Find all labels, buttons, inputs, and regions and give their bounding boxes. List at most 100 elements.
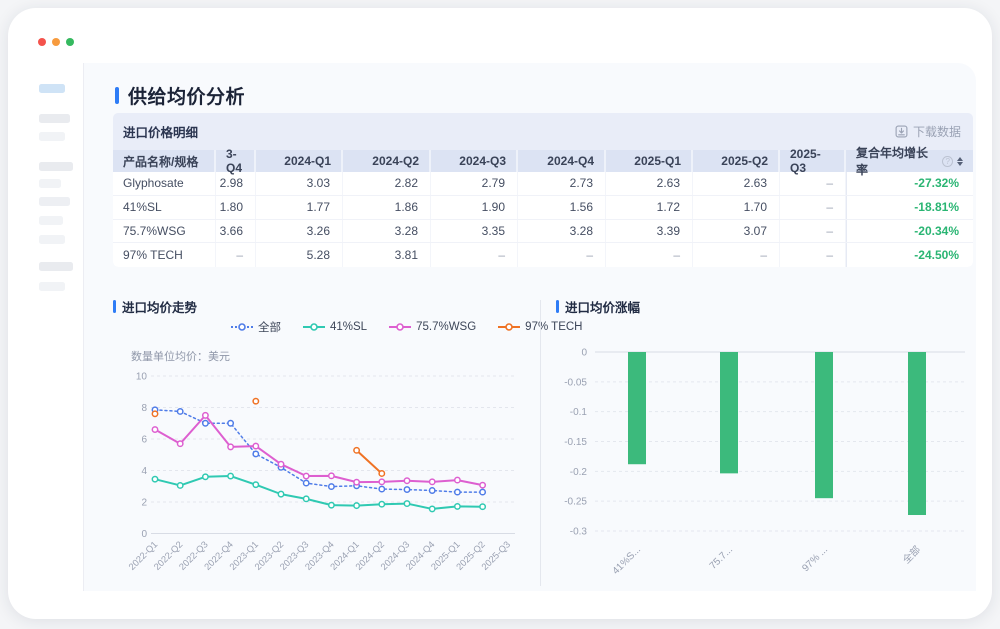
import-price-trend-line-chart: 02468102022-Q12022-Q22022-Q32022-Q42023-… [111, 361, 529, 589]
legend-marker [498, 322, 520, 332]
svg-text:-0.15: -0.15 [564, 437, 587, 448]
info-icon[interactable]: ? [942, 156, 953, 167]
section-divider [540, 300, 541, 586]
value-cell: 3.26 [256, 220, 343, 243]
column-header: 2024-Q2 [343, 150, 431, 172]
page-title-text: 供给均价分析 [128, 82, 245, 109]
value-text: 3.81 [395, 248, 418, 262]
value-text: 3.28 [570, 224, 593, 238]
value-cell: 1.56 [518, 196, 606, 219]
value-text: 3.28 [395, 224, 418, 238]
svg-text:-0.05: -0.05 [564, 377, 587, 388]
value-text: 3.66 [220, 224, 243, 238]
value-cell: – [216, 243, 256, 267]
table-card-title: 进口价格明细 [123, 122, 198, 141]
value-cell: 2.82 [343, 172, 431, 195]
window-control-zoom[interactable] [66, 38, 74, 46]
value-text: – [826, 224, 833, 238]
table-row: 97% TECH–5.283.81–––––-24.50% [113, 243, 973, 267]
value-cell: 1.86 [343, 196, 431, 219]
legend-label: 75.7%WSG [416, 321, 476, 333]
legend-item-75.7%WSG[interactable]: 75.7%WSG [389, 321, 476, 333]
value-text: 2.79 [482, 176, 505, 190]
svg-text:-0.3: -0.3 [570, 527, 588, 538]
column-header-label: 2024-Q1 [284, 154, 331, 168]
column-header: 2025-Q1 [606, 150, 693, 172]
value-cell: 1.70 [693, 196, 780, 219]
sidebar-skeleton-item [39, 216, 63, 225]
svg-text:0: 0 [581, 348, 587, 359]
table-header-row: 产品名称/规格3-Q42024-Q12024-Q22024-Q32024-Q42… [113, 150, 973, 172]
value-cell: – [780, 196, 846, 219]
value-cell: 5.28 [256, 243, 343, 267]
legend-marker [389, 322, 411, 332]
value-text: 1.72 [657, 200, 680, 214]
column-header-label: 3-Q4 [226, 147, 244, 175]
value-cell: 3.07 [693, 220, 780, 243]
svg-text:-0.2: -0.2 [570, 467, 588, 478]
line-chart-legend: 全部41%SL75.7%WSG97% TECH [231, 319, 582, 335]
table-row: 75.7%WSG3.663.263.283.353.283.393.07–-20… [113, 220, 973, 244]
download-data-button[interactable]: 下载数据 [895, 123, 961, 140]
value-cell: 2.79 [431, 172, 518, 195]
value-text: 1.77 [307, 200, 330, 214]
column-header-label: 2024-Q4 [547, 154, 594, 168]
svg-text:6: 6 [141, 435, 147, 446]
value-text: 3.35 [482, 224, 505, 238]
window-control-close[interactable] [38, 38, 46, 46]
svg-text:10: 10 [136, 372, 148, 383]
value-cell: 2.63 [606, 172, 693, 195]
cagr-cell: -18.81% [846, 196, 973, 219]
value-text: – [498, 248, 505, 262]
value-text: 1.80 [220, 200, 243, 214]
value-cell: – [518, 243, 606, 267]
value-cell: – [606, 243, 693, 267]
legend-item-全部[interactable]: 全部 [231, 319, 281, 335]
svg-text:2: 2 [141, 498, 147, 509]
legend-label: 全部 [258, 319, 281, 335]
column-header-cagr-sortable[interactable]: 复合年均增长率? [846, 150, 973, 172]
column-header-label: 2024-Q2 [372, 154, 419, 168]
svg-text:75.7...: 75.7... [708, 544, 735, 571]
value-text: 1.86 [395, 200, 418, 214]
import-price-change-bar-chart: 0-0.05-0.1-0.15-0.2-0.25-0.341%S...75.7.… [551, 328, 975, 590]
legend-item-41%SL[interactable]: 41%SL [303, 321, 367, 333]
value-cell: 3.81 [343, 243, 431, 267]
value-cell: 2.73 [518, 172, 606, 195]
product-name-cell: 75.7%WSG [113, 220, 216, 243]
column-header: 2025-Q2 [693, 150, 780, 172]
value-text: 3.26 [307, 224, 330, 238]
value-text: – [826, 200, 833, 214]
sidebar-skeleton-item [39, 179, 61, 188]
value-cell: 2.63 [693, 172, 780, 195]
value-text: 1.70 [744, 200, 767, 214]
value-cell: 3.39 [606, 220, 693, 243]
table-body: Glyphosate2.983.032.822.792.732.632.63–-… [113, 172, 973, 267]
svg-text:全部: 全部 [900, 543, 923, 566]
value-text: – [586, 248, 593, 262]
sidebar-item-active [39, 84, 65, 93]
value-cell: 1.72 [606, 196, 693, 219]
sort-icon[interactable] [957, 157, 963, 166]
value-cell: – [780, 243, 846, 267]
column-header: 2024-Q1 [256, 150, 343, 172]
app-window: 供给均价分析 进口价格明细 下载数据 产品名称/规格3-Q42024-Q1202… [8, 8, 992, 619]
sidebar-skeleton-item [39, 162, 73, 171]
value-text: – [760, 248, 767, 262]
value-text: – [826, 248, 833, 262]
column-header: 产品名称/规格 [113, 150, 216, 172]
legend-marker [231, 322, 253, 332]
value-text: 2.63 [744, 176, 767, 190]
title-accent-bar [115, 87, 119, 104]
window-control-minimize[interactable] [52, 38, 60, 46]
bar-chart-title: 进口均价涨幅 [556, 297, 640, 316]
value-cell: – [780, 220, 846, 243]
value-text: 2.82 [395, 176, 418, 190]
value-cell: 3.66 [216, 220, 256, 243]
bar-chart-title-text: 进口均价涨幅 [565, 297, 640, 316]
value-text: 1.90 [482, 200, 505, 214]
cagr-cell: -24.50% [846, 243, 973, 267]
value-text: – [826, 176, 833, 190]
svg-text:-0.25: -0.25 [564, 497, 587, 508]
line-chart-title-text: 进口均价走势 [122, 297, 197, 316]
